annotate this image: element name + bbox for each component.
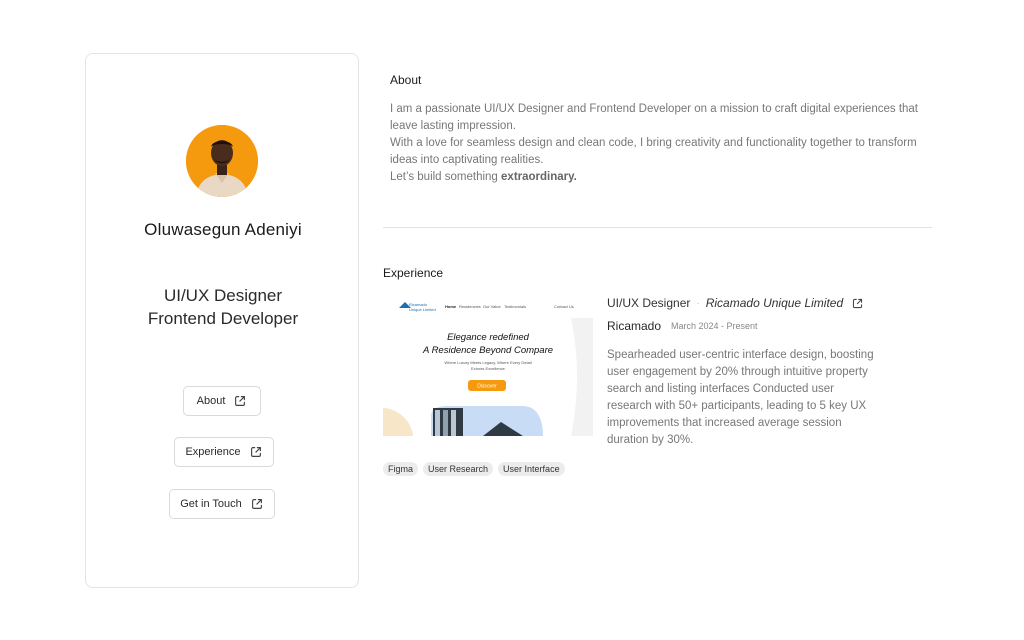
preview-heading: Elegance redefined [447, 332, 530, 343]
avatar-portrait [186, 125, 258, 197]
section-divider [383, 227, 932, 228]
website-preview-image: Ricamado Unique Limited Home Residencies… [383, 296, 593, 436]
job-role: UI/UX Designer [607, 296, 691, 310]
about-paragraph: With a love for seamless design and clea… [390, 137, 917, 166]
external-link-icon [250, 447, 261, 457]
preview-cta-label: Discover [477, 384, 497, 390]
preview-subheading: Where Luxury Meets Legacy, Where Every D… [444, 360, 531, 365]
skill-tag: Figma [383, 462, 419, 476]
about-closing-text: Let’s build something [390, 171, 502, 183]
experience-nav-label: Experience [185, 446, 241, 458]
avatar [186, 125, 258, 197]
external-link-icon [251, 499, 262, 509]
about-nav-label: About [196, 395, 226, 407]
profile-name: Oluwasegun Adeniyi [144, 220, 302, 239]
preview-menu-item: Residencies [459, 304, 481, 309]
preview-contact-link: Contact Us [554, 304, 574, 309]
about-nav-button[interactable]: About [183, 386, 261, 416]
preview-heading: A Residence Beyond Compare [422, 345, 553, 356]
job-title-row: UI/UX Designer · Ricamado Unique Limited [607, 296, 864, 310]
about-paragraph: I am a passionate UI/UX Designer and Fro… [390, 103, 919, 132]
preview-menu-item: Testimonials [504, 304, 526, 309]
project-preview-thumbnail[interactable]: Ricamado Unique Limited Home Residencies… [383, 296, 593, 436]
about-heading: About [390, 73, 422, 87]
preview-logo-subtext: Unique Limited [409, 307, 436, 312]
experience-nav-button[interactable]: Experience [174, 437, 274, 467]
skill-tag: User Interface [498, 462, 565, 476]
preview-menu-item: Our Value [483, 304, 501, 309]
get-in-touch-nav-label: Get in Touch [180, 498, 242, 510]
preview-menu-item: Home [445, 304, 457, 309]
experience-heading: Experience [383, 266, 444, 280]
external-link-icon [235, 396, 246, 406]
preview-subheading: Echoes Excellence [471, 366, 506, 371]
get-in-touch-nav-button[interactable]: Get in Touch [169, 489, 275, 519]
about-closing-emphasis: extraordinary. [501, 171, 577, 183]
external-link-icon[interactable] [851, 297, 864, 310]
skill-tag: User Research [423, 462, 494, 476]
skill-tags: Figma User Research User Interface [383, 462, 565, 476]
job-date: March 2024 - Present [671, 321, 758, 331]
company-link[interactable]: Ricamado Unique Limited [706, 296, 843, 310]
job-company: Ricamado [607, 319, 662, 333]
job-description: Spearheaded user-centric interface desig… [607, 349, 874, 446]
profile-role-secondary: Frontend Developer [147, 309, 299, 328]
separator-dot: · [696, 297, 700, 309]
about-closing: Let’s build something extraordinary. [390, 169, 930, 186]
profile-card: Oluwasegun Adeniyi UI/UX Designer Fronte… [85, 53, 359, 588]
about-text: I am a passionate UI/UX Designer and Fro… [390, 101, 930, 186]
profile-role-primary: UI/UX Designer [163, 286, 283, 305]
